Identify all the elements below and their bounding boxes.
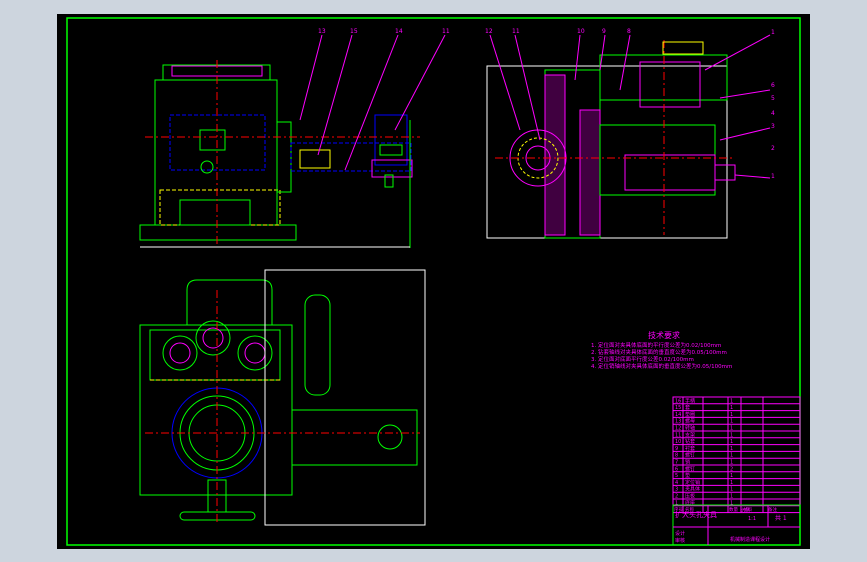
sheet-count: 共 1 (775, 514, 787, 522)
table-cell-name: 垫 (685, 472, 690, 479)
table-cell-qty: 1 (730, 432, 733, 438)
scale-value: 1:1 (748, 516, 756, 522)
table-cell-no: 12 (675, 426, 681, 432)
table-cell-no: 2 (675, 494, 678, 500)
table-cell-qty: 1 (730, 453, 733, 459)
table-cell-no: 11 (675, 432, 681, 438)
table-cell-no: 4 (675, 480, 678, 486)
table-cell-name: 垫圈 (685, 411, 695, 418)
balloon-label: 12 (485, 28, 493, 35)
table-cell-name: 手柄 (685, 397, 695, 404)
balloon-label: 9 (602, 28, 606, 35)
tech-requirement-line: 4. 定位销轴线对夹具体底面的垂直度公差为0.05/100mm (591, 362, 732, 370)
table-cell-name: 夹具体 (685, 486, 700, 493)
table-cell-qty: 1 (730, 446, 733, 452)
balloon-label: 13 (318, 28, 326, 35)
scale-label: 比例 (740, 507, 750, 514)
table-cell-qty: 1 (730, 480, 733, 486)
table-cell-name: 转轴 (685, 425, 695, 432)
balloon-label: 6 (771, 82, 775, 89)
table-cell-no: 8 (675, 453, 678, 459)
table-cell-name: 螺钉 (685, 452, 695, 459)
table-cell-no: 15 (675, 405, 681, 411)
table-cell-qty: 1 (730, 426, 733, 432)
balloon-label: 11 (442, 28, 450, 35)
table-cell-name: 定位销 (685, 479, 700, 486)
table-cell-name: 支架 (685, 431, 695, 438)
balloon-label: 14 (395, 28, 403, 35)
balloon-label: 3 (771, 123, 775, 130)
checker-label: 审核 (675, 537, 685, 544)
table-header-qty: 数量 (729, 506, 738, 513)
table-cell-name: 衬套 (685, 445, 695, 452)
table-cell-qty: 1 (730, 398, 733, 404)
balloon-label: 8 (627, 28, 631, 35)
designer-label: 设计 (675, 530, 685, 537)
table-cell-qty: 2 (730, 466, 733, 472)
table-cell-qty: 1 (730, 494, 733, 500)
table-cell-no: 3 (675, 487, 678, 493)
table-cell-no: 7 (675, 460, 678, 466)
table-cell-name: 螺钉 (685, 465, 695, 472)
balloon-label: 1 (771, 29, 775, 36)
balloon-label: 5 (771, 95, 775, 102)
table-cell-no: 9 (675, 446, 678, 452)
school-label: 机械制造课程设计 (730, 536, 770, 543)
table-cell-qty: 1 (730, 439, 733, 445)
table-header-note: 备注 (768, 506, 777, 513)
balloon-label: 4 (771, 110, 775, 117)
table-cell-name: 销 (685, 459, 690, 466)
table-cell-no: 5 (675, 473, 678, 479)
balloon-label: 2 (771, 145, 775, 152)
table-cell-name: 压板 (685, 493, 695, 500)
tech-requirements-title: 技术要求 (648, 330, 680, 340)
table-cell-no: 13 (675, 419, 681, 425)
tech-requirement-line: 3. 定位面对底面平行度公差0.02/100mm (591, 355, 694, 363)
tech-requirement-line: 2. 钻套轴线对夹具体底面的垂直度公差为0.05/100mm (591, 348, 727, 356)
balloon-label: 11 (512, 28, 520, 35)
table-cell-name: 套 (685, 404, 690, 411)
table-cell-no: 10 (675, 439, 681, 445)
table-cell-qty: 1 (730, 412, 733, 418)
table-cell-no: 16 (675, 398, 681, 404)
table-cell-name: 螺母 (685, 418, 695, 425)
table-cell-no: 14 (675, 412, 681, 418)
table-cell-qty: 1 (730, 405, 733, 411)
table-cell-qty: 1 (730, 419, 733, 425)
table-cell-qty: 1 (730, 473, 733, 479)
table-cell-no: 6 (675, 466, 678, 472)
drawing-name: 扩大头孔夹具 (675, 510, 717, 519)
cad-drawing-canvas[interactable]: 13 15 14 11 12 11 10 9 8 1 6 5 4 3 2 1 技… (0, 0, 867, 562)
balloon-label: 10 (577, 28, 585, 35)
table-cell-qty: 1 (730, 460, 733, 466)
table-cell-qty: 1 (730, 487, 733, 493)
tech-requirement-line: 1. 定位面对夹具体底面的平行度公差为0.02/100mm (591, 341, 721, 349)
table-cell-name: 钻套 (685, 438, 695, 445)
balloon-label: 15 (350, 28, 358, 35)
balloon-label: 1 (771, 173, 775, 180)
model-space-background (57, 14, 810, 549)
